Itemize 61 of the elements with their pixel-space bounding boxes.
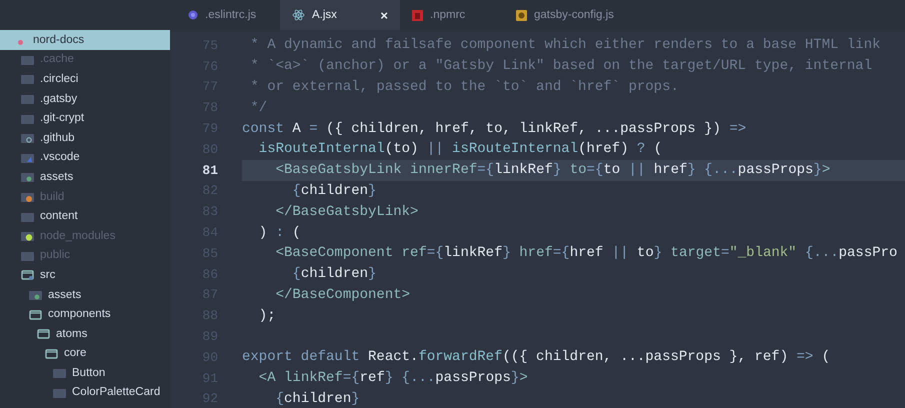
code-line: * `<a>` (anchor) or a "Gatsby Link" based on the target/URL type, internal <box>249 58 872 74</box>
tree-item[interactable]: .github <box>0 128 170 148</box>
dot-icon <box>18 40 23 46</box>
code-line: const A = ({ children, href, to, linkRef, ...passProps }) => <box>242 120 746 137</box>
folder-icon <box>21 132 34 144</box>
folder-icon <box>29 289 42 300</box>
folder-icon <box>21 210 34 222</box>
editor-tab[interactable]: .npmrc <box>400 0 504 30</box>
folder-icon <box>21 171 34 182</box>
tree-item[interactable]: .gatsby <box>0 88 170 108</box>
tree-item[interactable]: core <box>0 344 170 364</box>
code-line: <A linkRef={ref} {...passProps}> <box>258 370 528 386</box>
folder-icon <box>21 73 34 84</box>
tree-item[interactable]: src <box>0 265 170 285</box>
folder-icon <box>37 328 50 340</box>
circle-icon <box>188 10 198 20</box>
folder-icon <box>53 386 66 398</box>
folder-icon <box>53 367 66 378</box>
folder-icon <box>29 308 42 320</box>
code-line: </BaseComponent> <box>274 286 410 303</box>
editor-tab[interactable]: gatsby-config.js <box>504 0 626 30</box>
tree-item[interactable]: nord-docs <box>0 30 170 50</box>
code-line: {children} <box>291 182 376 199</box>
folder-icon <box>21 230 34 242</box>
square-icon <box>516 10 527 20</box>
tree-item[interactable]: content <box>0 206 170 226</box>
code-line: {children} <box>291 266 376 282</box>
folder-icon <box>21 152 34 163</box>
editor-tab[interactable]: .eslintrc.js <box>176 0 280 30</box>
folder-icon <box>45 348 58 359</box>
close-icon[interactable]: × <box>358 8 388 22</box>
tree-item[interactable]: .vscode <box>0 148 170 168</box>
code-line: ) : ( <box>258 224 301 241</box>
editor-tab[interactable]: A.jsx × <box>280 0 400 30</box>
code-line: ); <box>258 308 276 324</box>
code-line: */ <box>249 100 268 116</box>
code-line: * A dynamic and failsafe component which either renders to a base HTML link <box>249 37 881 54</box>
tree-item[interactable]: Button <box>0 363 170 383</box>
folder-icon <box>21 191 34 202</box>
code-line: </BaseGatsbyLink> <box>274 204 418 220</box>
tree-item[interactable]: .git-crypt <box>0 108 170 128</box>
code-line: {children} <box>274 390 360 407</box>
code-line: <BaseComponent ref={linkRef} href={href || to} target="_blank" {...passPro <box>274 245 898 262</box>
tree-item[interactable]: assets <box>0 284 170 304</box>
tree-item[interactable]: atoms <box>0 324 170 344</box>
code-line: * or external, passed to the `to` and `href` props. <box>249 78 679 95</box>
tree-item[interactable]: .circleci <box>0 69 170 89</box>
code-line: export default React.forwardRef(({ children, ...passProps }, ref) => ( <box>242 349 830 366</box>
folder-icon <box>21 112 34 124</box>
folder-icon <box>21 93 34 104</box>
square-icon <box>412 10 423 20</box>
tree-item[interactable]: ColorPaletteCard <box>0 382 170 402</box>
folder-icon <box>21 250 34 261</box>
tree-item[interactable]: components <box>0 304 170 324</box>
folder-icon <box>21 269 34 280</box>
code-line: <BaseGatsbyLink innerRef={linkRef} to={to || href} {...passProps}> <box>274 162 830 178</box>
line-number: 81 <box>170 160 242 181</box>
code-line: isRouteInternal(to) || isRouteInternal(href) ? ( <box>258 141 662 158</box>
tree-item[interactable]: assets <box>0 167 170 187</box>
folder-icon <box>21 54 34 65</box>
atom-icon <box>292 9 305 21</box>
